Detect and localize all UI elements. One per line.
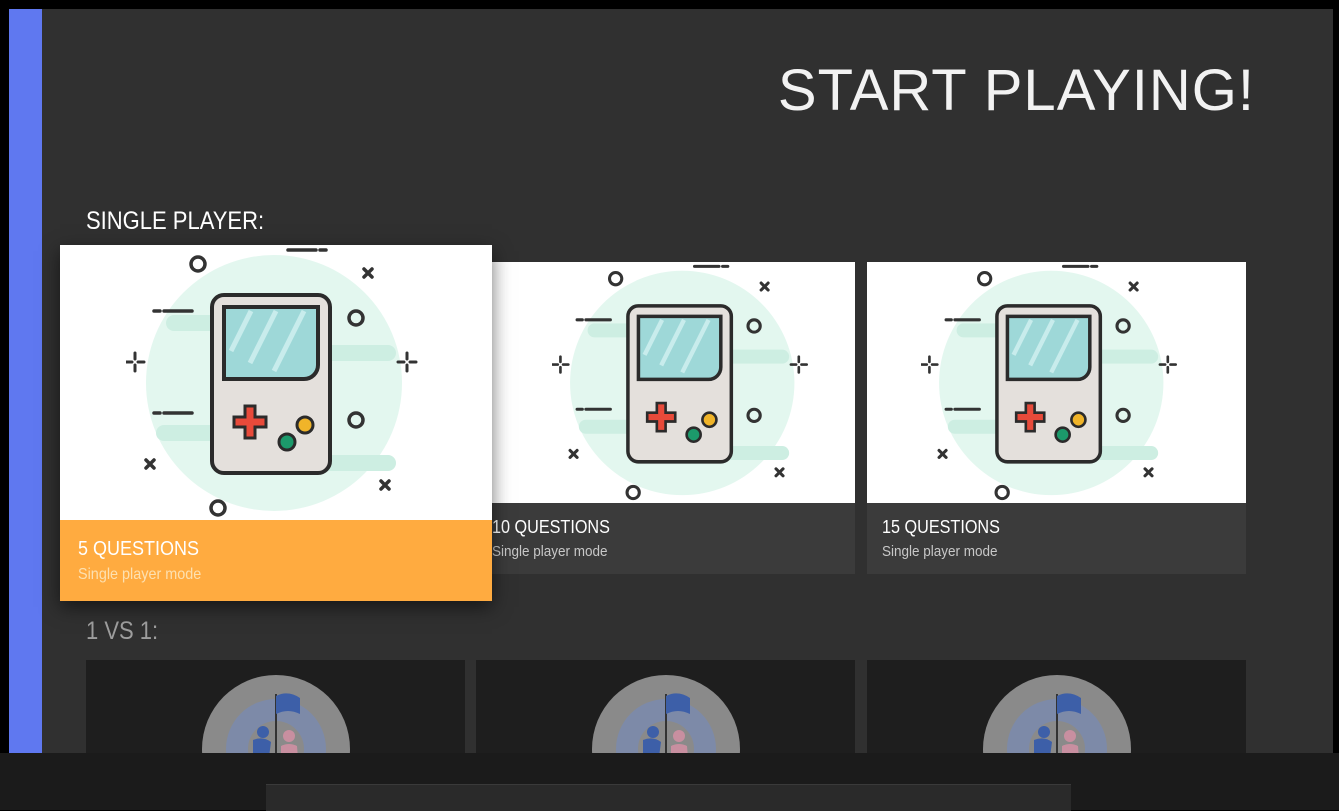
card-title: 5 QUESTIONS: [78, 538, 200, 560]
card-info: 10 QUESTIONS Single player mode: [476, 503, 855, 574]
card-5-questions[interactable]: 5 QUESTIONS Single player mode: [60, 245, 492, 601]
versus-flag-icon: [982, 675, 1131, 753]
gameboy-icon: [126, 248, 418, 517]
card-subtitle: Single player mode: [492, 543, 608, 560]
card-art: [867, 262, 1246, 503]
tv-screen: START PLAYING! SINGLE PLAYER: 5 QUESTION…: [9, 9, 1333, 753]
card-title: 15 QUESTIONS: [882, 517, 1000, 537]
tv-stand: [266, 784, 1071, 811]
card-info: 15 QUESTIONS Single player mode: [867, 503, 1246, 574]
page-title: START PLAYING!: [777, 58, 1255, 123]
side-rail: [9, 9, 42, 753]
versus-card-1[interactable]: [86, 660, 465, 753]
gameboy-icon: [552, 264, 809, 501]
versus-card-2[interactable]: [476, 660, 855, 753]
gameboy-illustration: [920, 264, 1177, 501]
card-art: [476, 262, 855, 503]
card-title: 10 QUESTIONS: [492, 517, 610, 537]
card-15-questions[interactable]: 15 QUESTIONS Single player mode: [867, 262, 1246, 574]
card-subtitle: Single player mode: [78, 566, 202, 583]
section-label-versus: 1 VS 1:: [86, 617, 159, 645]
section-label-single: SINGLE PLAYER:: [86, 207, 265, 235]
versus-flag-icon: [201, 675, 350, 753]
gameboy-illustration: [126, 248, 418, 517]
gameboy-illustration: [552, 264, 809, 501]
card-10-questions[interactable]: 10 QUESTIONS Single player mode: [476, 262, 855, 574]
versus-card-3[interactable]: [867, 660, 1246, 753]
card-info: 5 QUESTIONS Single player mode: [60, 520, 492, 601]
card-art: [60, 245, 492, 520]
gameboy-icon: [920, 264, 1177, 501]
versus-flag-icon: [591, 675, 740, 753]
card-subtitle: Single player mode: [882, 543, 998, 560]
